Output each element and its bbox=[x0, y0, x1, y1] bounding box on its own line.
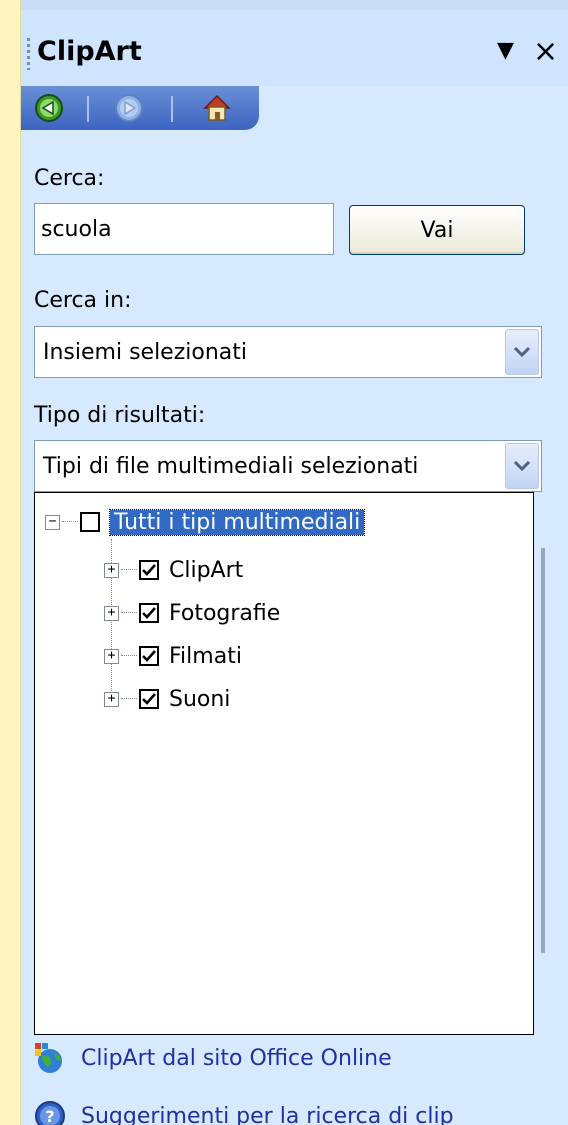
expand-icon[interactable]: + bbox=[104, 648, 119, 664]
tree-item-label[interactable]: ClipArt bbox=[169, 558, 243, 583]
pane-top-border bbox=[21, 0, 568, 10]
sounds-checkbox[interactable] bbox=[139, 689, 159, 709]
home-icon[interactable] bbox=[201, 92, 233, 124]
go-button[interactable]: Vai bbox=[349, 205, 525, 255]
tree-root-label[interactable]: Tutti i tipi multimediali bbox=[108, 508, 366, 536]
clipart-task-pane: ClipArt ▼ × Cerca: Va bbox=[21, 0, 568, 1125]
forward-arrow-icon[interactable] bbox=[113, 92, 145, 124]
tree-connector bbox=[121, 569, 137, 571]
expand-icon[interactable]: + bbox=[104, 605, 119, 621]
search-label: Cerca: bbox=[34, 166, 105, 191]
expand-icon[interactable]: + bbox=[104, 691, 119, 707]
search-input[interactable] bbox=[34, 203, 334, 255]
clipart-online-link[interactable]: ClipArt dal sito Office Online bbox=[33, 1040, 392, 1076]
result-type-select[interactable]: Tipi di file multimediali selezionati bbox=[34, 440, 542, 492]
chevron-down-icon[interactable] bbox=[505, 443, 539, 489]
tree-connector bbox=[121, 698, 137, 700]
media-type-tree[interactable]: − Tutti i tipi multimediali + ClipArt + bbox=[34, 492, 534, 1035]
back-arrow-icon[interactable] bbox=[33, 92, 65, 124]
tree-item-label[interactable]: Fotografie bbox=[169, 601, 280, 626]
pane-title: ClipArt bbox=[37, 36, 142, 67]
grip-handle[interactable] bbox=[27, 38, 30, 70]
pane-title-bar: ClipArt ▼ × bbox=[21, 10, 568, 86]
clipart-online-link-text[interactable]: ClipArt dal sito Office Online bbox=[81, 1046, 392, 1071]
result-type-value: Tipi di file multimediali selezionati bbox=[43, 454, 419, 479]
nav-separator bbox=[171, 96, 173, 122]
list-shadow bbox=[541, 548, 545, 953]
nav-separator bbox=[87, 96, 89, 122]
chevron-down-icon[interactable] bbox=[505, 329, 539, 375]
tree-item-clipart[interactable]: + ClipArt bbox=[104, 553, 243, 587]
photos-checkbox[interactable] bbox=[139, 603, 159, 623]
tree-root-row[interactable]: − Tutti i tipi multimediali bbox=[45, 505, 366, 539]
document-edge bbox=[0, 0, 21, 1125]
navigation-bar bbox=[21, 86, 259, 130]
expand-icon[interactable]: + bbox=[104, 562, 119, 578]
search-in-select[interactable]: Insiemi selezionati bbox=[34, 326, 542, 378]
tree-connector bbox=[121, 655, 137, 657]
dropdown-arrow-icon[interactable]: ▼ bbox=[497, 38, 514, 63]
search-in-label: Cerca in: bbox=[34, 288, 132, 313]
tree-item-photos[interactable]: + Fotografie bbox=[104, 596, 280, 630]
help-icon: ? bbox=[35, 1101, 65, 1125]
search-tips-link-text[interactable]: Suggerimenti per la ricerca di clip bbox=[81, 1104, 454, 1125]
tree-connector bbox=[62, 521, 78, 523]
movies-checkbox[interactable] bbox=[139, 646, 159, 666]
tree-item-sounds[interactable]: + Suoni bbox=[104, 682, 230, 716]
search-tips-link[interactable]: ? Suggerimenti per la ricerca di clip bbox=[33, 1098, 454, 1125]
result-type-label: Tipo di risultati: bbox=[34, 403, 206, 428]
svg-text:?: ? bbox=[45, 1107, 54, 1125]
clipart-checkbox[interactable] bbox=[139, 560, 159, 580]
globe-icon bbox=[35, 1043, 62, 1073]
tree-item-label[interactable]: Suoni bbox=[169, 687, 230, 712]
search-in-value: Insiemi selezionati bbox=[43, 340, 248, 365]
close-icon[interactable]: × bbox=[533, 34, 558, 69]
tree-item-movies[interactable]: + Filmati bbox=[104, 639, 242, 673]
page: ClipArt ▼ × Cerca: Va bbox=[0, 0, 568, 1125]
tree-item-label[interactable]: Filmati bbox=[169, 644, 242, 669]
root-checkbox[interactable] bbox=[80, 512, 100, 532]
collapse-icon[interactable]: − bbox=[45, 514, 60, 530]
tree-connector bbox=[121, 612, 137, 614]
